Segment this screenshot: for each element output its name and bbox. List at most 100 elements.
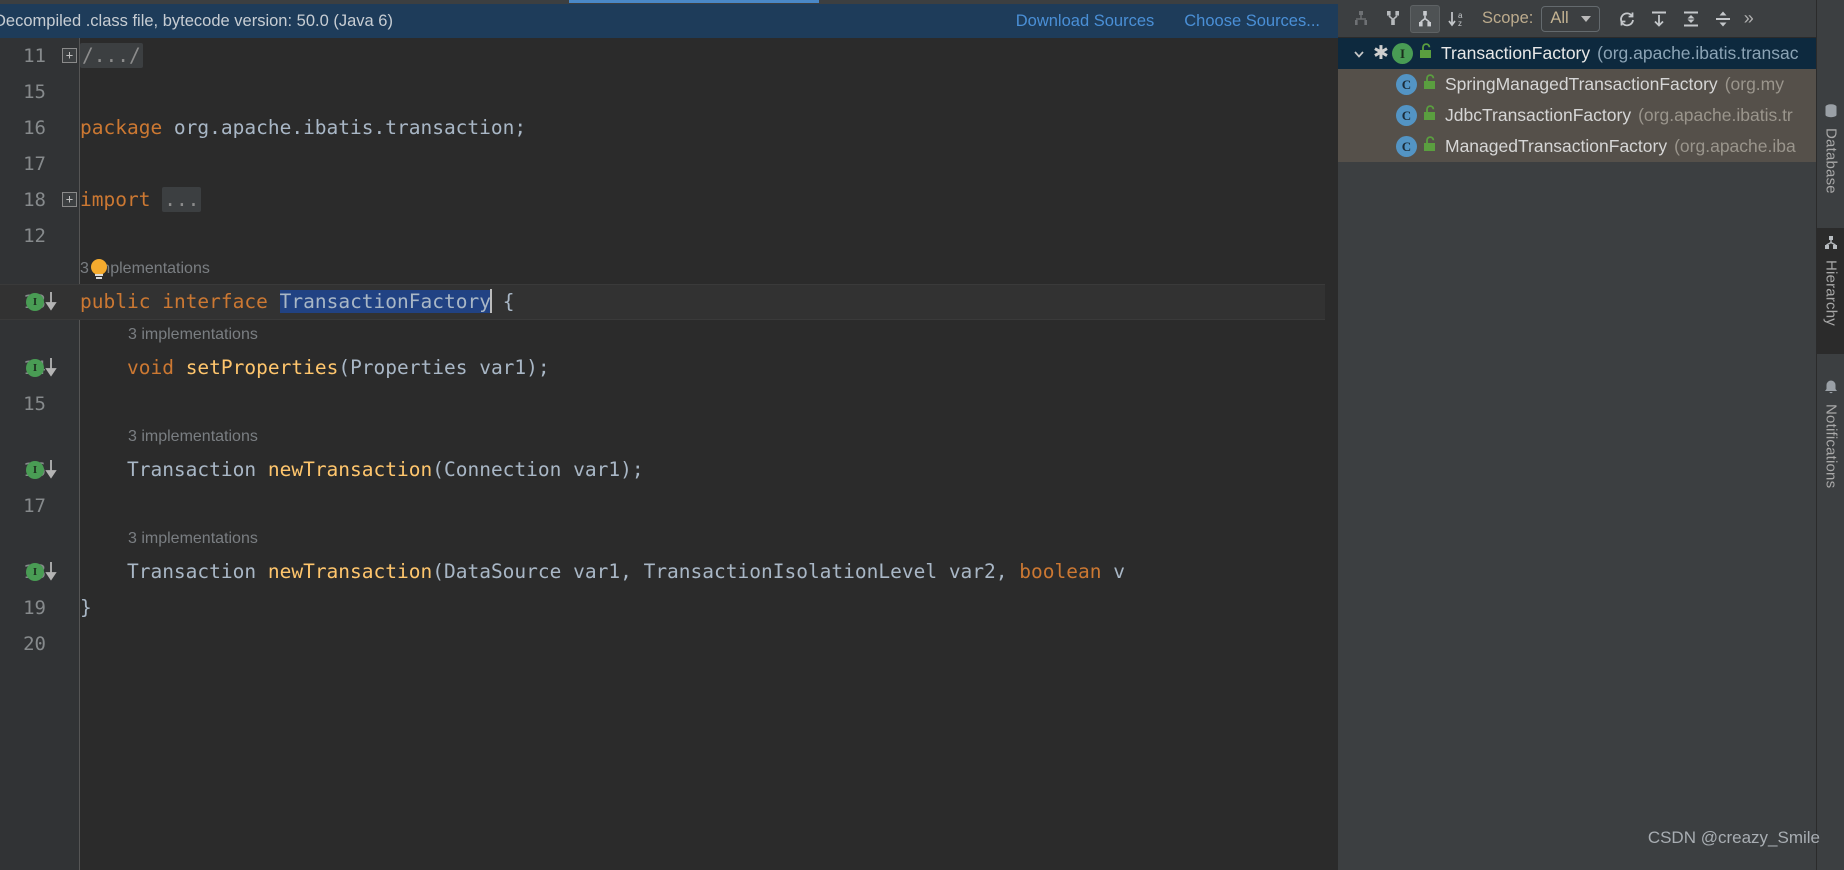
class-icon: C <box>1396 74 1417 95</box>
stripe-button-notifications[interactable]: Notifications <box>1817 372 1844 524</box>
editor-line-row: 16I Transaction newTransaction(Connectio… <box>0 452 1338 488</box>
arrow-down-icon <box>45 292 57 311</box>
code-token: setProperties <box>185 356 339 379</box>
hierarchy-tree-node[interactable]: C JdbcTransactionFactory (org.apache.ibati… <box>1338 100 1816 131</box>
implemented-by-gutter-icon[interactable]: I <box>26 561 62 583</box>
editor-line-row: 11 +/.../ <box>0 38 1338 74</box>
implementations-inlay-hint[interactable]: 3 implementations <box>128 524 258 554</box>
code-token: , <box>620 560 644 583</box>
line-number: 19 <box>23 597 46 619</box>
collapse-all-icon <box>1715 11 1730 26</box>
code-token: Transaction <box>126 458 257 481</box>
editor-line-row: 16 package org.apache.ibatis.transaction; <box>0 110 1338 146</box>
code-line-text: package org.apache.ibatis.transaction; <box>80 110 526 146</box>
editor-line-row: 17 <box>0 488 1338 524</box>
hierarchy-tree-node[interactable]: ✱ I TransactionFactory (org.apache.ibatis.t… <box>1338 38 1816 69</box>
sort-alphabetically-icon: a z <box>1448 11 1463 28</box>
code-token: ... <box>162 187 202 212</box>
implementations-inlay-hint[interactable]: 3 implementations <box>128 422 258 452</box>
collapse-all-button[interactable] <box>1708 5 1738 33</box>
public-visibility-lock-icon <box>1422 105 1437 126</box>
code-token: public <box>80 290 151 313</box>
expand-all-button[interactable] <box>1676 5 1706 33</box>
code-token: v <box>1101 560 1125 583</box>
toolbar-overflow-button[interactable]: » <box>1740 8 1758 29</box>
intention-bulb-icon[interactable] <box>88 256 110 282</box>
class-icon: C <box>1396 136 1417 157</box>
implementations-inlay-hint[interactable]: 3 implementations <box>128 320 258 350</box>
public-visibility-lock-icon <box>1422 136 1437 157</box>
line-number: 17 <box>23 495 46 517</box>
editor-line-row: 17 <box>0 146 1338 182</box>
editor-line-row: 15 <box>0 386 1338 422</box>
code-token: void <box>126 356 174 379</box>
type-hierarchy-button[interactable] <box>1346 5 1376 33</box>
implemented-by-gutter-icon[interactable]: I <box>26 291 62 313</box>
code-token: ( <box>432 458 444 481</box>
arrow-down-icon <box>45 460 57 479</box>
hierarchy-tree-node[interactable]: C ManagedTransactionFactory (org.apache.ib… <box>1338 131 1816 162</box>
interface-icon: I <box>26 293 44 311</box>
code-editor[interactable]: 11 +/.../ 15 16 package org.apache.ibatis.tr… <box>0 38 1338 870</box>
lightbulb-icon <box>91 259 107 279</box>
editor-inlay-row: 3 implementations <box>0 254 1338 284</box>
line-number: 12 <box>23 225 46 247</box>
base-class-star-icon: ✱ <box>1373 43 1389 64</box>
database-icon <box>1825 104 1837 118</box>
database-icon <box>1823 103 1839 124</box>
subtypes-hierarchy-button[interactable] <box>1410 4 1440 33</box>
fold-toggle-icon[interactable]: + <box>62 192 77 207</box>
right-tool-window-stripe: Database Hierarchy Notifications <box>1816 0 1844 870</box>
svg-text:z: z <box>1458 19 1462 28</box>
scope-label: Scope: <box>1482 9 1534 27</box>
stripe-button-database[interactable]: Database <box>1817 96 1844 216</box>
interface-icon: I <box>1392 43 1413 64</box>
code-token: Properties var1 <box>350 356 527 379</box>
expand-chevron <box>1354 50 1364 58</box>
code-line-text: /.../ <box>80 38 143 74</box>
code-token: newTransaction <box>267 458 433 481</box>
implemented-by-gutter-icon[interactable]: I <box>26 357 62 379</box>
refresh-button[interactable] <box>1612 5 1642 33</box>
sort-alphabetically-button[interactable]: a z <box>1442 5 1472 33</box>
implemented-by-gutter-icon[interactable]: I <box>26 459 62 481</box>
supertypes-hierarchy-icon <box>1387 10 1399 25</box>
unlocked-padlock-icon <box>1424 105 1435 120</box>
line-number: 18 <box>23 189 46 211</box>
active-tab-underline <box>569 0 819 3</box>
fold-toggle-icon[interactable]: + <box>62 48 77 63</box>
hierarchy-node-name: ManagedTransactionFactory <box>1445 136 1668 156</box>
selected-token: TransactionFactory <box>279 290 491 313</box>
code-token: import <box>80 188 151 211</box>
decompiled-notification-text: Decompiled .class file, bytecode version… <box>0 11 393 30</box>
code-token: ); <box>526 356 550 379</box>
line-number: 15 <box>23 393 46 415</box>
editor-line-row: 15 <box>0 74 1338 110</box>
download-sources-link[interactable]: Download Sources <box>1016 12 1155 31</box>
export-button[interactable] <box>1644 5 1674 33</box>
hierarchy-node-name: JdbcTransactionFactory <box>1445 105 1632 125</box>
stripe-label: Database <box>1822 128 1840 194</box>
chevron-down-icon[interactable] <box>1348 47 1370 61</box>
hierarchy-tree[interactable]: ✱ I TransactionFactory (org.apache.ibatis.t… <box>1338 38 1816 870</box>
hierarchy-tree-node[interactable]: C SpringManagedTransactionFactory (org.my <box>1338 69 1816 100</box>
line-number: 16 <box>23 117 46 139</box>
stripe-button-hierarchy[interactable]: Hierarchy <box>1817 228 1844 354</box>
hierarchy-node-package: (org.my <box>1724 74 1784 94</box>
hierarchy-node-package: (org.apache.iba <box>1674 136 1796 156</box>
code-line-text: } <box>80 590 92 626</box>
error-stripe[interactable] <box>1325 76 1338 870</box>
line-number: 15 <box>23 81 46 103</box>
supertypes-hierarchy-button[interactable] <box>1378 5 1408 33</box>
public-visibility-lock-icon <box>1422 74 1437 95</box>
code-token: org.apache.ibatis.transaction <box>162 116 515 139</box>
scope-dropdown[interactable]: All <box>1541 5 1600 32</box>
choose-sources-link[interactable]: Choose Sources... <box>1184 12 1320 31</box>
line-number: 20 <box>23 633 46 655</box>
notifications-bell-icon <box>1825 380 1837 394</box>
